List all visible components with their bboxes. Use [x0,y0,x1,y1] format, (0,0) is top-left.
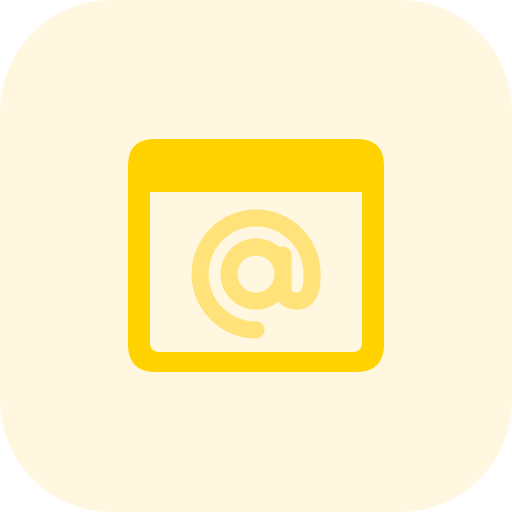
at-symbol-icon [191,209,321,339]
browser-at-icon [128,139,384,372]
browser-title-bar [128,139,384,192]
